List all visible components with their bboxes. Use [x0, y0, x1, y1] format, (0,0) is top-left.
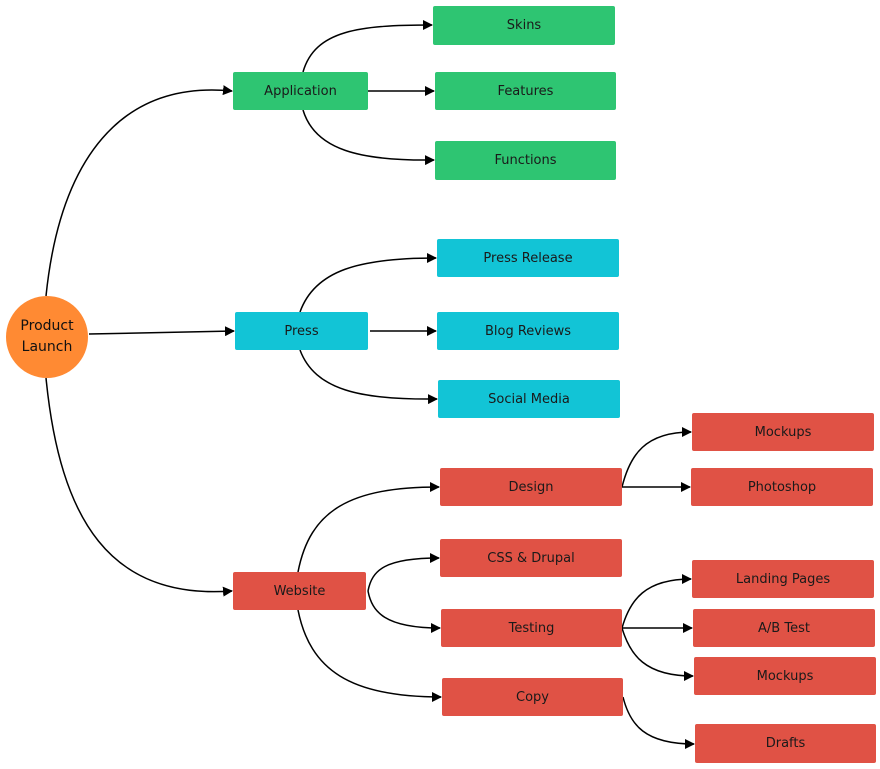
edge-website-testing — [367, 590, 441, 633]
node-label: Mockups — [754, 424, 812, 440]
node-product-launch[interactable]: Product Launch — [6, 296, 88, 378]
node-label: Testing — [508, 620, 555, 636]
node-label: Skins — [506, 18, 542, 33]
node-label: Press — [284, 323, 319, 339]
edge-copy-drafts — [622, 696, 695, 749]
node-testing[interactable]: Testing — [441, 609, 622, 647]
node-label: CSS & Drupal — [487, 550, 575, 566]
node-landing-pages[interactable]: Landing Pages — [692, 560, 874, 598]
edge-website-copy — [297, 609, 442, 702]
node-label: Blog Reviews — [484, 323, 572, 339]
edge-design-mockups — [621, 427, 692, 488]
edge-press-social-media — [299, 349, 438, 405]
edge-root-website — [45, 377, 233, 597]
node-social-media[interactable]: Social Media — [438, 380, 620, 418]
node-label: Website — [273, 583, 326, 599]
node-label: Design — [508, 479, 554, 495]
node-testing-mockups[interactable]: Mockups — [694, 657, 876, 695]
node-label: Application — [264, 83, 337, 99]
edge-application-functions — [302, 109, 435, 166]
node-css-drupal[interactable]: CSS & Drupal — [440, 539, 622, 577]
node-blog-reviews[interactable]: Blog Reviews — [437, 312, 619, 350]
node-label: Social Media — [488, 391, 570, 407]
edge-root-press — [88, 326, 235, 337]
node-label: Landing Pages — [735, 571, 831, 587]
node-functions[interactable]: Functions — [435, 141, 616, 180]
node-features[interactable]: Features — [435, 72, 616, 110]
node-ab-test[interactable]: A/B Test — [693, 609, 875, 647]
node-label: Product Launch — [20, 318, 74, 355]
node-press-release[interactable]: Press Release — [437, 239, 619, 277]
edge-website-css-drupal — [367, 553, 440, 592]
node-design[interactable]: Design — [440, 468, 622, 506]
edge-press-press-release — [299, 253, 437, 313]
node-label: Functions — [494, 153, 557, 168]
node-label: Mockups — [756, 668, 814, 684]
node-label: Press Release — [483, 250, 573, 266]
edge-root-application — [45, 85, 233, 297]
mind-map-diagram: Product Launch Application Skins Feature… — [0, 0, 880, 769]
node-label: Drafts — [765, 736, 806, 751]
node-website[interactable]: Website — [233, 572, 366, 610]
node-label: Photoshop — [747, 479, 817, 495]
node-label: Copy — [516, 689, 549, 705]
node-press[interactable]: Press — [235, 312, 368, 350]
node-label: A/B Test — [758, 620, 810, 636]
node-application[interactable]: Application — [233, 72, 368, 110]
node-design-mockups[interactable]: Mockups — [692, 413, 874, 451]
edge-application-skins — [302, 20, 433, 73]
node-photoshop[interactable]: Photoshop — [691, 468, 873, 506]
edge-testing-mockups — [621, 627, 694, 681]
node-drafts[interactable]: Drafts — [695, 724, 876, 763]
node-skins[interactable]: Skins — [433, 6, 615, 45]
node-label: Features — [497, 83, 554, 99]
edge-testing-landing-pages — [621, 574, 692, 629]
node-copy[interactable]: Copy — [442, 678, 623, 716]
